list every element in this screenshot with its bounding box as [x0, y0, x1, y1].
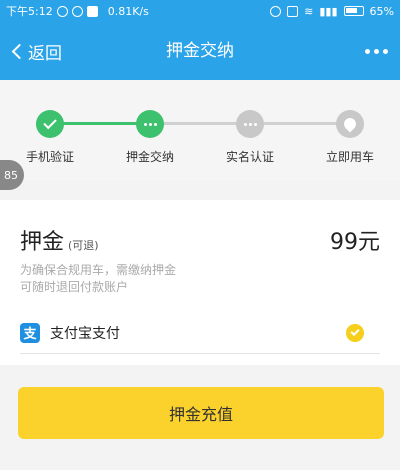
deposit-amount: 99元 [330, 230, 380, 255]
step-real-name: 实名认证 [210, 110, 290, 165]
check-icon [43, 115, 57, 130]
step-ride: 立即用车 [310, 110, 390, 165]
deposit-title-text: 押金 [20, 230, 65, 255]
network-speed: 0.81K/s [107, 4, 149, 18]
deposit-description: 为确保合规用车，需缴纳押金 可随时退回付款账户 [20, 262, 176, 296]
more-button[interactable] [365, 22, 388, 80]
step-circle [136, 110, 164, 138]
back-label: 返回 [28, 43, 62, 64]
back-button[interactable]: 返回 [10, 22, 62, 80]
step-label: 实名认证 [225, 150, 274, 164]
signal-icon: ▮▮▮ [319, 4, 338, 18]
step-label: 押金交纳 [125, 150, 174, 164]
more-dots-icon [383, 48, 388, 54]
step-phone-verify: 手机验证 [10, 110, 90, 165]
step-circle [36, 110, 64, 138]
more-dots-icon [374, 48, 379, 54]
bluetooth-icon [270, 5, 282, 17]
status-time: 下午5:12 [6, 5, 53, 18]
check-icon [350, 326, 360, 337]
more-dots-icon [143, 122, 157, 126]
deposit-desc-line: 可随时退回付款账户 [20, 280, 129, 294]
more-dots-icon [243, 122, 257, 126]
more-dots-icon [365, 48, 370, 54]
deposit-refundable-note: (可退) [68, 239, 99, 252]
step-circle [336, 110, 364, 138]
battery-percent: 65% [369, 4, 394, 18]
floating-badge[interactable]: 85 [0, 160, 24, 190]
step-deposit: 押金交纳 [110, 110, 190, 165]
payment-method-label: 支付宝支付 [50, 325, 120, 342]
location-pin-icon [341, 115, 359, 133]
step-label: 手机验证 [25, 150, 74, 164]
status-bar: 下午5:12 0.81K/s ≋ ▮▮▮ 65% [0, 0, 400, 22]
deposit-desc-line: 为确保合规用车，需缴纳押金 [20, 263, 177, 277]
deposit-recharge-button[interactable]: 押金充值 [18, 387, 384, 439]
notification-icon [56, 5, 68, 17]
deposit-title: 押金 (可退) [20, 224, 99, 256]
chevron-left-icon [11, 43, 28, 59]
progress-steps: 手机验证 押金交纳 实名认证 立即用车 [0, 80, 400, 180]
notification-icon [71, 5, 83, 17]
nav-bar: 返回 押金交纳 [0, 22, 400, 80]
shield-icon [287, 5, 299, 17]
deposit-card: 押金 (可退) 99元 为确保合规用车，需缴纳押金 可随时退回付款账户 支 支付宝… [0, 200, 400, 365]
step-label: 立即用车 [325, 150, 374, 164]
alipay-icon: 支 [20, 322, 40, 343]
notification-icon [86, 5, 98, 17]
alipay-option[interactable]: 支 支付宝支付 [20, 312, 380, 354]
step-circle [236, 110, 264, 138]
battery-icon [343, 6, 364, 16]
wifi-icon: ≋ [304, 4, 314, 18]
payment-radio[interactable] [346, 323, 364, 342]
